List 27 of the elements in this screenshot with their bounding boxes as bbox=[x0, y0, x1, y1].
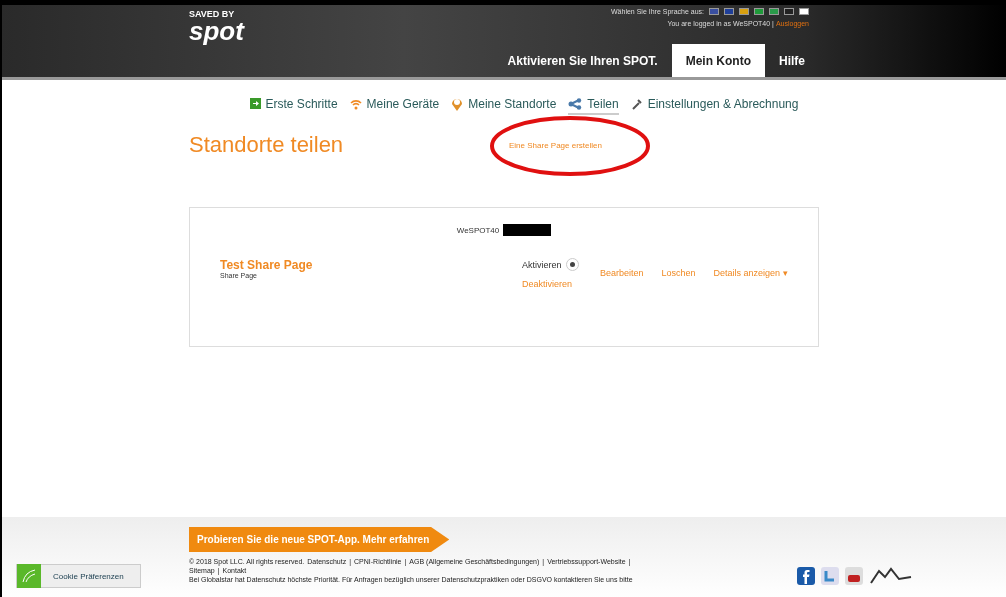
share-icon bbox=[568, 97, 583, 110]
nav-tab[interactable]: Hilfe bbox=[765, 44, 819, 77]
wrench-icon bbox=[630, 97, 643, 110]
spot-logo[interactable]: SAVED BY spot bbox=[189, 5, 244, 77]
subnav-item[interactable]: Meine Geräte bbox=[349, 94, 440, 115]
page-title: Standorte teilen bbox=[189, 132, 345, 158]
flag-icon[interactable] bbox=[709, 8, 719, 15]
subnav-item[interactable]: Teilen bbox=[568, 94, 619, 115]
activate-label: Aktivieren bbox=[522, 259, 562, 270]
flag-icon[interactable] bbox=[784, 8, 794, 15]
flag-icon[interactable] bbox=[724, 8, 734, 15]
nav-tab[interactable]: Mein Konto bbox=[671, 44, 765, 77]
subnav-item[interactable]: Einstellungen & Abrechnung bbox=[630, 94, 799, 115]
video-icon[interactable] bbox=[845, 567, 863, 585]
pin-icon bbox=[451, 96, 464, 111]
leaf-icon bbox=[17, 564, 41, 588]
facebook-icon[interactable] bbox=[797, 567, 815, 585]
wifi-icon bbox=[349, 97, 362, 110]
cookie-preferences-button[interactable]: Cookie Präferenzen bbox=[16, 564, 141, 588]
subnav-item[interactable]: Meine Standorte bbox=[451, 94, 557, 115]
account-name: WeSPOT40 bbox=[456, 225, 500, 235]
arrow-icon bbox=[249, 98, 261, 109]
redaction-block bbox=[503, 224, 552, 236]
activate-radio[interactable] bbox=[565, 258, 579, 271]
subnav-item[interactable]: Erste Schritte bbox=[249, 94, 338, 115]
nav-tab[interactable]: Aktivieren Sie Ihren SPOT. bbox=[493, 44, 672, 77]
flag-icon[interactable] bbox=[799, 8, 809, 15]
